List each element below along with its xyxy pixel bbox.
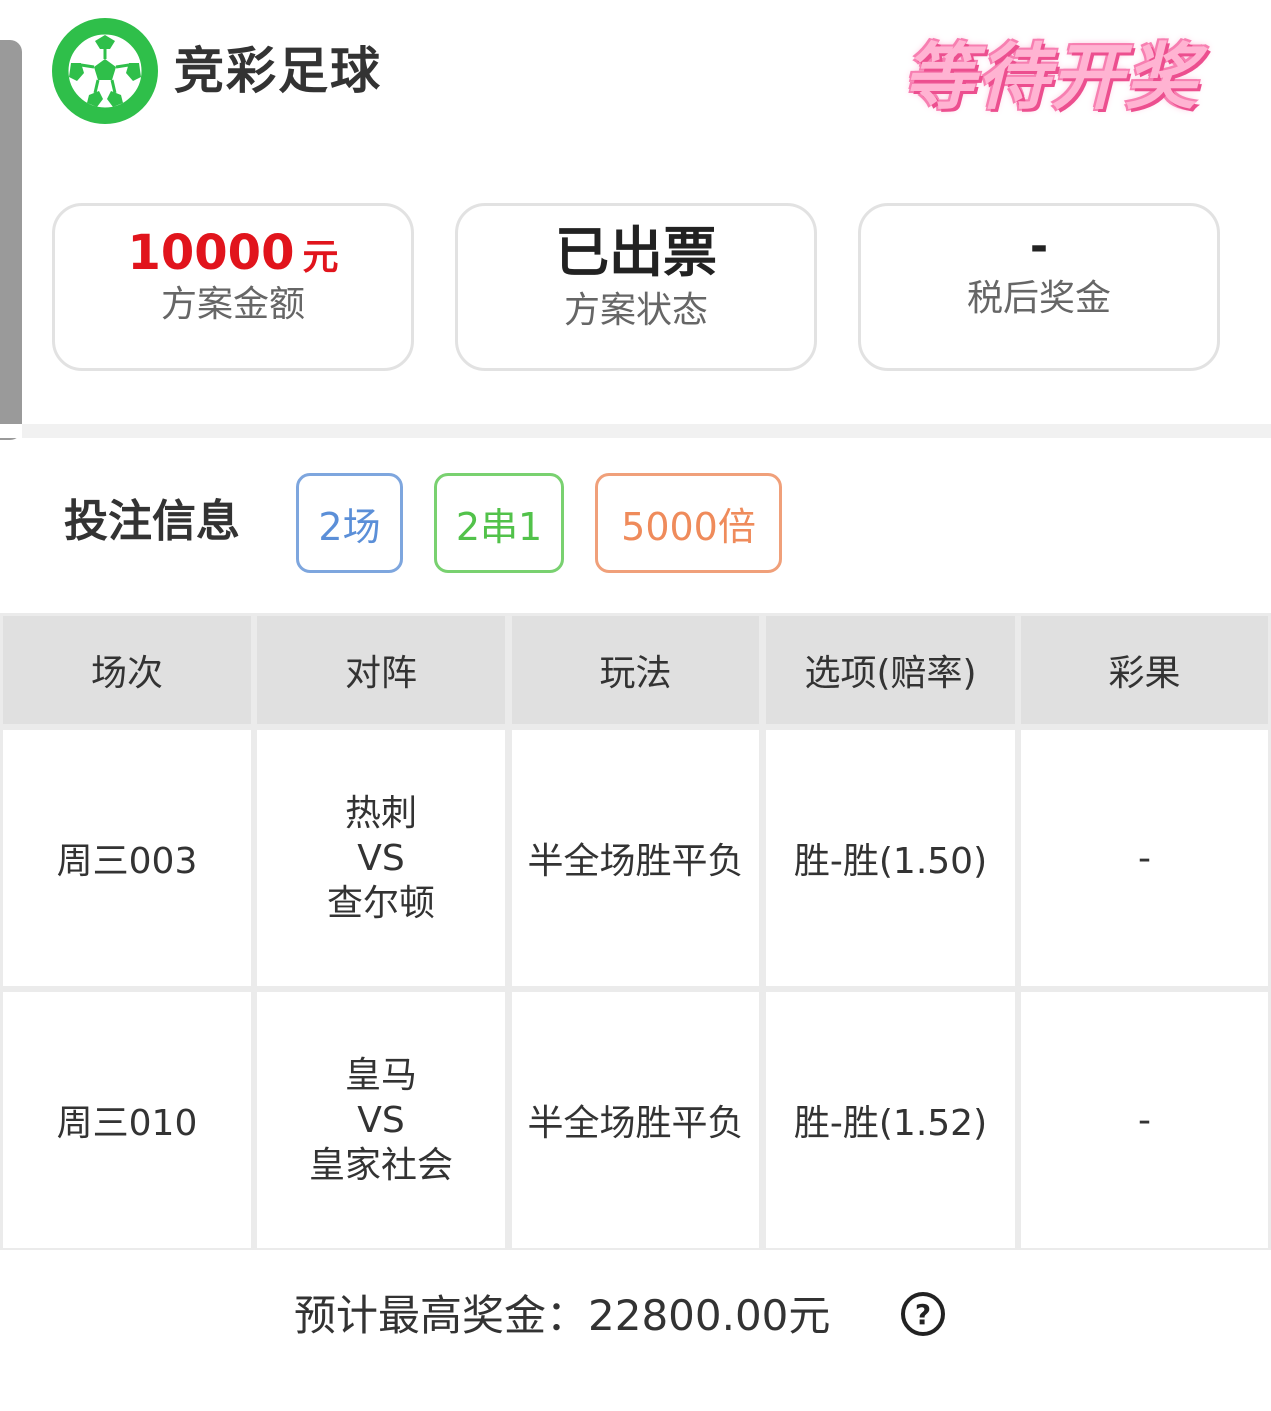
- amount-number: 10000: [127, 225, 295, 281]
- prize-card: - 税后奖金: [858, 203, 1220, 371]
- status-value: 已出票: [555, 221, 717, 284]
- app-title: 竞彩足球: [174, 42, 382, 100]
- status-stamp-text: 等待开奖: [902, 34, 1199, 119]
- status-label: 方案状态: [563, 290, 708, 331]
- column-header-matchup: 对阵: [257, 616, 505, 724]
- row-2-home-team: 皇马: [344, 1054, 417, 1096]
- match-count-tag: 2场: [296, 473, 403, 573]
- prize-label: 税后奖金: [966, 278, 1111, 319]
- row-2-away-team: 皇家社会: [308, 1144, 453, 1186]
- bet-table: 场次 对阵 玩法 选项(赔率) 彩果 周三003 热刺 VS 查尔顿 半全场胜平…: [0, 613, 1271, 1250]
- row-1-result: -: [1021, 730, 1268, 986]
- parlay-type-tag: 2串1: [434, 473, 564, 573]
- row-1-option-odds: 胜-胜(1.50): [766, 730, 1015, 986]
- soccer-ball-icon: [52, 18, 158, 124]
- multiplier-tag: 5000倍: [595, 473, 782, 573]
- status-stamp: 等待开奖: [884, 20, 1218, 120]
- row-2-play-type: 半全场胜平负: [512, 992, 759, 1248]
- summary-cards: 10000 元 方案金额 已出票 方案状态 - 税后奖金: [52, 203, 1220, 371]
- section-divider: [22, 424, 1271, 438]
- footer: 预计最高奖金：22800.00元 ?: [0, 1280, 1271, 1350]
- amount-unit: 元: [302, 237, 339, 278]
- row-1-vs: VS: [357, 837, 405, 879]
- question-circle-icon[interactable]: ?: [901, 1292, 945, 1336]
- max-prize-estimate: 预计最高奖金：22800.00元: [294, 1291, 831, 1340]
- column-header-result: 彩果: [1021, 616, 1268, 724]
- row-2-match-no: 周三010: [3, 992, 251, 1248]
- status-card: 已出票 方案状态: [455, 203, 817, 371]
- row-2-matchup: 皇马 VS 皇家社会: [257, 992, 505, 1248]
- header: 竞彩足球 等待开奖: [0, 0, 1271, 160]
- row-1-match-no: 周三003: [3, 730, 251, 986]
- row-2-result: -: [1021, 992, 1268, 1248]
- column-header-play-type: 玩法: [512, 616, 759, 724]
- bet-info-title: 投注信息: [64, 496, 240, 547]
- row-2-vs: VS: [357, 1099, 405, 1141]
- row-1-home-team: 热刺: [344, 792, 417, 834]
- amount-card: 10000 元 方案金额: [52, 203, 414, 371]
- prize-value: -: [1029, 221, 1049, 272]
- amount-label: 方案金额: [160, 284, 305, 325]
- row-1-away-team: 查尔顿: [326, 882, 435, 924]
- bet-info: 投注信息 2场 2串1 5000倍: [0, 470, 1271, 576]
- column-header-option-odds: 选项(赔率): [766, 616, 1015, 724]
- row-1-matchup: 热刺 VS 查尔顿: [257, 730, 505, 986]
- row-1-play-type: 半全场胜平负: [512, 730, 759, 986]
- column-header-match-no: 场次: [3, 616, 251, 724]
- section-divider-gap: [0, 424, 22, 438]
- row-2-option-odds: 胜-胜(1.52): [766, 992, 1015, 1248]
